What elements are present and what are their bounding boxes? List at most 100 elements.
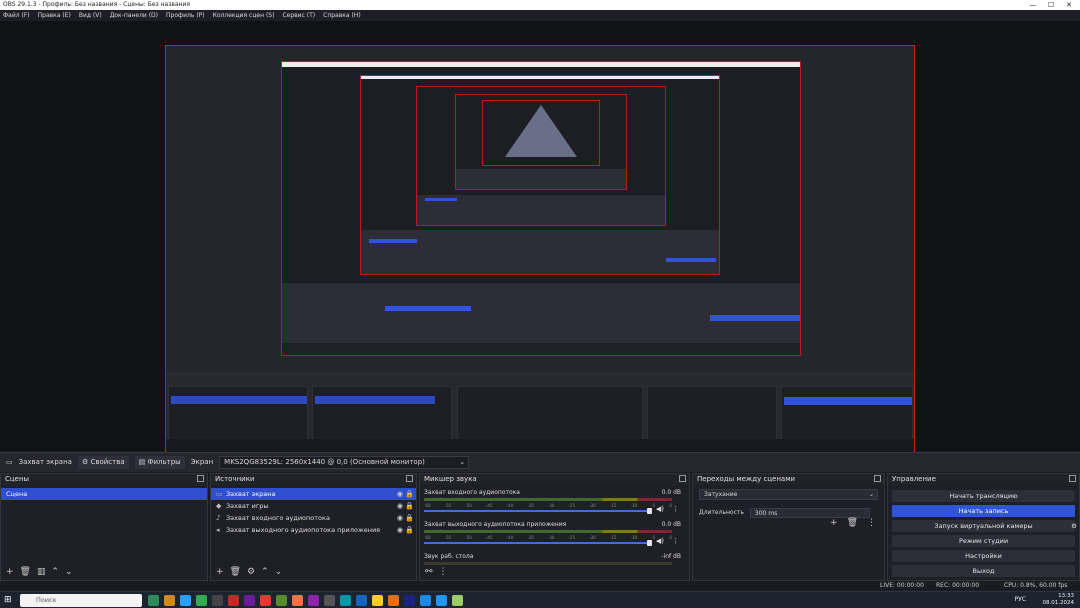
- source-item[interactable]: ♪ Захват входного аудиопотока ◉ 🔒: [211, 512, 416, 524]
- speaker-icon: ◂: [216, 526, 220, 534]
- clock[interactable]: 13:33 08.01.2024: [1043, 593, 1075, 607]
- source-item[interactable]: ◂ Захват выходного аудиопотока приложения…: [211, 524, 416, 536]
- lock-icon[interactable]: 🔒: [405, 512, 414, 524]
- volume-meter: [424, 498, 672, 501]
- taskbar-search[interactable]: Поиск: [20, 594, 142, 607]
- nested-preview-4: [455, 94, 627, 190]
- filters-button[interactable]: ▤ Фильтры: [134, 456, 185, 469]
- app-icon[interactable]: [404, 595, 415, 606]
- monitor-icon: ▭: [216, 490, 223, 498]
- steam-icon[interactable]: [436, 595, 447, 606]
- app-icon[interactable]: [420, 595, 431, 606]
- maximize-button[interactable]: ☐: [1042, 0, 1060, 10]
- channel-name: Звук раб. стола: [424, 553, 474, 560]
- app-icon[interactable]: [340, 595, 351, 606]
- lock-icon[interactable]: 🔒: [405, 524, 414, 536]
- source-item[interactable]: ◆ Захват игры ◉ 🔒: [211, 500, 416, 512]
- trash-icon[interactable]: 🗑: [847, 518, 858, 528]
- language-indicator[interactable]: РУС: [1015, 596, 1026, 603]
- properties-button[interactable]: ⚙ Свойства: [77, 456, 129, 469]
- chrome-icon[interactable]: [196, 595, 207, 606]
- studio-mode-button[interactable]: Режим студии: [892, 535, 1075, 547]
- menu-tools[interactable]: Сервис (T): [282, 10, 315, 21]
- transition-select[interactable]: Затухание ⌄: [699, 489, 878, 500]
- eye-icon[interactable]: ◉: [397, 500, 403, 512]
- app-icon[interactable]: [260, 595, 271, 606]
- menu-edit[interactable]: Правка (E): [38, 10, 71, 21]
- screen-select[interactable]: MKS2QG83529L: 2560x1440 @ 0,0 (Основной …: [219, 456, 470, 469]
- controls-title: Управление: [892, 475, 936, 483]
- dock-popout-icon[interactable]: [874, 475, 881, 482]
- scene-item[interactable]: Сцена: [1, 488, 207, 500]
- duration-input[interactable]: 300 ms: [749, 508, 870, 518]
- obs-icon[interactable]: [324, 595, 335, 606]
- arrow-up-icon[interactable]: ⌃: [261, 567, 269, 577]
- exit-button[interactable]: Выход: [892, 565, 1075, 577]
- app-icon[interactable]: [388, 595, 399, 606]
- app-icon[interactable]: [148, 595, 159, 606]
- more-options-icon[interactable]: ⋮: [867, 518, 876, 528]
- menu-help[interactable]: Справка (H): [323, 10, 361, 21]
- dock-popout-icon[interactable]: [679, 475, 686, 482]
- arrow-up-icon[interactable]: ⌃: [52, 567, 60, 577]
- source-item[interactable]: ▭ Захват экрана ◉ 🔒: [211, 488, 416, 500]
- eye-icon[interactable]: ◉: [397, 524, 403, 536]
- browser-icon[interactable]: [180, 595, 191, 606]
- screen-label: Экран: [190, 458, 214, 466]
- lock-icon[interactable]: 🔒: [405, 488, 414, 500]
- app-icon[interactable]: [292, 595, 303, 606]
- volume-slider[interactable]: [424, 508, 652, 514]
- gear-icon[interactable]: ⚙: [1071, 520, 1077, 532]
- preview-area[interactable]: [0, 21, 1080, 466]
- menu-file[interactable]: Файл (F): [3, 10, 30, 21]
- dock-popout-icon[interactable]: [1069, 475, 1076, 482]
- add-icon[interactable]: +: [216, 567, 224, 577]
- app-icon[interactable]: [356, 595, 367, 606]
- more-options-icon[interactable]: ⋮: [672, 505, 679, 513]
- dock-popout-icon[interactable]: [406, 475, 413, 482]
- add-icon[interactable]: +: [830, 518, 838, 528]
- gear-icon[interactable]: ⚙: [247, 567, 255, 577]
- preview-canvas[interactable]: [165, 45, 915, 466]
- folder-icon[interactable]: [164, 595, 175, 606]
- app-icon[interactable]: [308, 595, 319, 606]
- minimize-button[interactable]: —: [1024, 0, 1042, 10]
- menu-scene-collection[interactable]: Коллекция сцен (S): [213, 10, 275, 21]
- app-icon[interactable]: [276, 595, 287, 606]
- arrow-down-icon[interactable]: ⌄: [275, 567, 283, 577]
- start-streaming-button[interactable]: Начать трансляцию: [892, 490, 1075, 502]
- clock-date: 08.01.2024: [1042, 600, 1075, 606]
- dock-popout-icon[interactable]: [197, 475, 204, 482]
- app-icon[interactable]: [452, 595, 463, 606]
- volume-slider[interactable]: [424, 540, 652, 546]
- eye-icon[interactable]: ◉: [397, 512, 403, 524]
- start-virtual-camera-button[interactable]: Запуск виртуальной камеры ⚙: [892, 520, 1077, 532]
- settings-button[interactable]: Настройки: [892, 550, 1075, 562]
- menu-docks[interactable]: Док-панели (D): [110, 10, 158, 21]
- trash-icon[interactable]: 🗑: [230, 567, 241, 577]
- volume-meter: [424, 530, 672, 533]
- app-icon[interactable]: [244, 595, 255, 606]
- scenes-title: Сцены: [5, 475, 30, 483]
- add-icon[interactable]: +: [6, 567, 14, 577]
- app-icon[interactable]: [212, 595, 223, 606]
- speaker-icon[interactable]: ◀): [656, 505, 664, 513]
- speaker-icon[interactable]: ◀): [656, 537, 664, 545]
- menu-view[interactable]: Вид (V): [79, 10, 102, 21]
- more-options-icon[interactable]: ⋮: [672, 537, 679, 545]
- filter-icon[interactable]: ▥: [37, 567, 46, 577]
- app-icon[interactable]: [228, 595, 239, 606]
- mic-icon: ♪: [216, 514, 221, 522]
- lock-icon[interactable]: 🔒: [405, 500, 414, 512]
- link-icon[interactable]: ⚯: [425, 567, 433, 577]
- trash-icon[interactable]: 🗑: [20, 567, 31, 577]
- windows-start-icon[interactable]: ⊞: [4, 595, 12, 605]
- menu-bar: Файл (F) Правка (E) Вид (V) Док-панели (…: [0, 10, 1080, 21]
- yandex-icon[interactable]: [372, 595, 383, 606]
- close-button[interactable]: ✕: [1060, 0, 1078, 10]
- menu-profile[interactable]: Профиль (P): [166, 10, 205, 21]
- more-options-icon[interactable]: ⋮: [439, 567, 448, 577]
- start-recording-button[interactable]: Начать запись: [892, 505, 1075, 517]
- eye-icon[interactable]: ◉: [397, 488, 403, 500]
- arrow-down-icon[interactable]: ⌄: [65, 567, 73, 577]
